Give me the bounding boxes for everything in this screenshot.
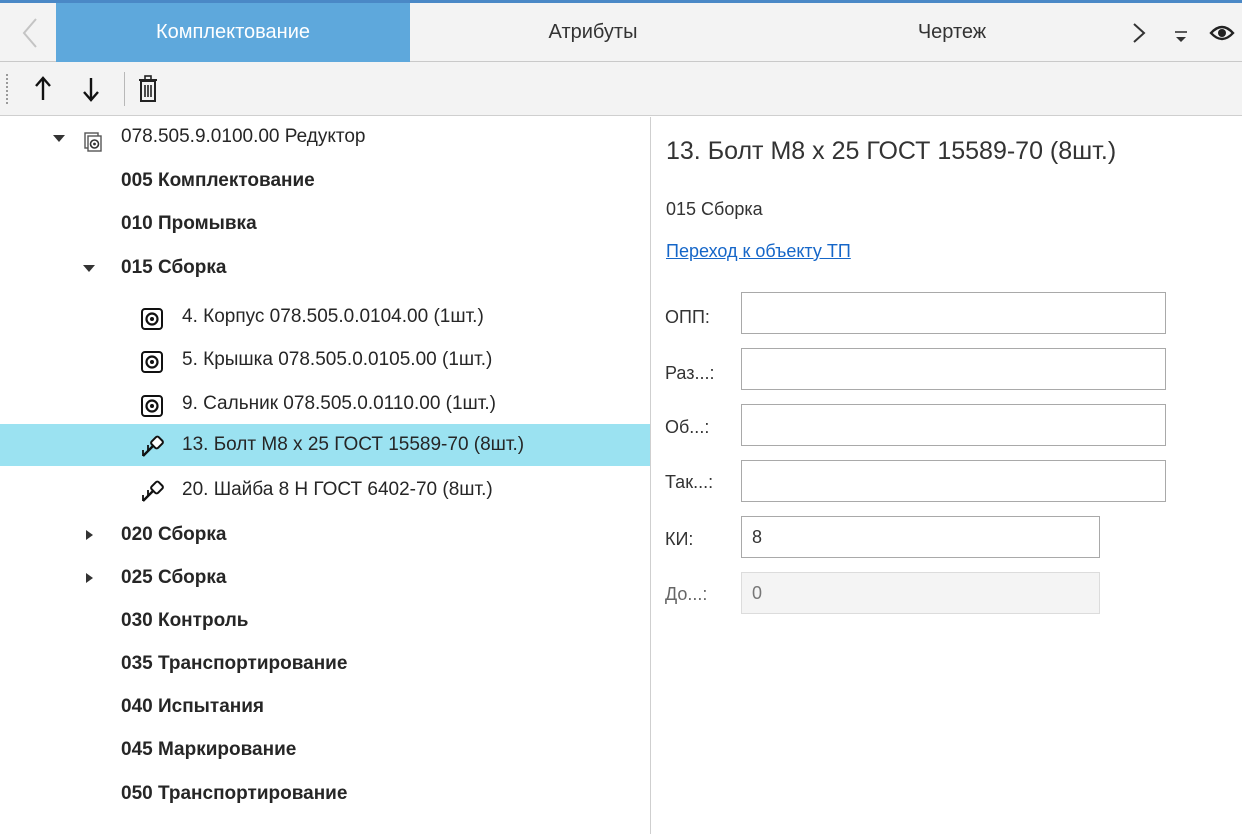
tree-item-label: 5. Крышка 078.505.0.0105.00 (1шт.): [182, 349, 493, 370]
field-label-raz: Раз...:: [665, 363, 715, 383]
arrow-up-icon: [35, 76, 51, 100]
opp-field[interactable]: [741, 292, 1166, 334]
tree-item-operation[interactable]: 035 Транспортирование: [0, 643, 650, 685]
tree-item-standard-part[interactable]: 20. Шайба 8 Н ГОСТ 6402-70 (8шт.): [0, 469, 650, 511]
eye-icon: [1209, 25, 1235, 40]
structure-tree: 078.505.9.0100.00 Редуктор 005 Комплекто…: [0, 117, 650, 834]
bolt-icon: [140, 478, 166, 502]
tree-item-label: 005 Комплектование: [121, 170, 315, 191]
do-field: 0: [741, 572, 1100, 614]
tree-item-operation[interactable]: 050 Транспортирование: [0, 773, 650, 815]
collapse-arrow-icon[interactable]: [50, 117, 68, 159]
part-icon: [140, 348, 166, 373]
tree-item-part[interactable]: 9. Сальник 078.505.0.0110.00 (1шт.): [0, 383, 650, 425]
tree-item-operation[interactable]: 040 Испытания: [0, 686, 650, 728]
tree-item-label: 050 Транспортирование: [121, 783, 348, 804]
expand-arrow-icon[interactable]: [80, 557, 98, 599]
field-label-ob: Об...:: [665, 417, 710, 437]
field-label-tak: Так...:: [665, 472, 714, 492]
bolt-icon: [140, 433, 166, 457]
part-icon: [140, 392, 166, 417]
field-label-do: До...:: [665, 584, 708, 604]
field-label-ki: КИ:: [665, 529, 694, 549]
tree-item-label: 040 Испытания: [121, 696, 265, 717]
chevron-left-icon: [22, 18, 37, 48]
tree-item-label: 078.505.9.0100.00 Редуктор: [121, 126, 366, 147]
tree-item-root[interactable]: 078.505.9.0100.00 Редуктор: [0, 117, 650, 159]
chevron-right-icon: [1133, 22, 1146, 43]
arrow-down-icon: [83, 78, 99, 102]
ob-field[interactable]: [741, 404, 1166, 446]
tree-item-label: 20. Шайба 8 Н ГОСТ 6402-70 (8шт.): [182, 479, 493, 500]
tab-komplektovanie[interactable]: Комплектование: [56, 3, 410, 62]
tree-item-label: 010 Промывка: [121, 213, 257, 234]
details-title: 13. Болт М8 х 25 ГОСТ 15589-70 (8шт.): [666, 137, 1117, 165]
delete-button[interactable]: [131, 70, 165, 108]
tree-item-label: 030 Контроль: [121, 610, 249, 631]
tree-item-operation[interactable]: 020 Сборка: [0, 514, 650, 556]
tree-item-label: 015 Сборка: [121, 257, 227, 278]
expand-arrow-icon[interactable]: [80, 514, 98, 556]
toolbar-grip[interactable]: [6, 74, 8, 104]
tree-item-label: 045 Маркирование: [121, 739, 297, 760]
tree-item-operation[interactable]: 045 Маркирование: [0, 729, 650, 771]
tabs-scroll-left-button[interactable]: [0, 3, 56, 62]
tree-item-label: 025 Сборка: [121, 567, 227, 588]
assembly-icon: [82, 127, 108, 152]
tree-item-operation[interactable]: 030 Контроль: [0, 600, 650, 642]
tree-item-label: 13. Болт М8 х 25 ГОСТ 15589-70 (8шт.): [182, 434, 525, 455]
tree-item-part[interactable]: 4. Корпус 078.505.0.0104.00 (1шт.): [0, 296, 650, 338]
tak-field[interactable]: [741, 460, 1166, 502]
tree-item-standard-part[interactable]: 13. Болт М8 х 25 ГОСТ 15589-70 (8шт.): [0, 424, 650, 466]
overflow-dropdown-icon: [1175, 30, 1187, 42]
toolbar: [0, 62, 1242, 116]
tree-item-operation[interactable]: 015 Сборка: [0, 247, 650, 289]
go-to-tp-object-link[interactable]: Переход к объекту ТП: [666, 241, 851, 262]
tree-item-label: 020 Сборка: [121, 524, 227, 545]
tree-item-operation[interactable]: 025 Сборка: [0, 557, 650, 599]
tree-item-label: 035 Транспортирование: [121, 653, 348, 674]
part-icon: [140, 305, 166, 330]
trash-icon: [139, 75, 157, 102]
toolbar-separator: [124, 72, 125, 106]
ki-field[interactable]: 8: [741, 516, 1100, 558]
move-down-button[interactable]: [74, 70, 108, 108]
tree-item-part[interactable]: 5. Крышка 078.505.0.0105.00 (1шт.): [0, 339, 650, 381]
tab-bar: Комплектование Атрибуты Чертеж: [0, 0, 1242, 62]
tab-atributy[interactable]: Атрибуты: [410, 3, 776, 62]
raz-field[interactable]: [741, 348, 1166, 390]
details-operation: 015 Сборка: [666, 199, 763, 219]
tree-item-label: 9. Сальник 078.505.0.0110.00 (1шт.): [182, 393, 497, 414]
details-panel: 13. Болт М8 х 25 ГОСТ 15589-70 (8шт.) 01…: [651, 117, 1242, 834]
tabs-scroll-right-button[interactable]: [1124, 3, 1154, 62]
collapse-arrow-icon[interactable]: [80, 247, 98, 289]
tree-item-operation[interactable]: 005 Комплектование: [0, 160, 650, 202]
tab-chertezh[interactable]: Чертеж: [776, 3, 1128, 62]
move-up-button[interactable]: [26, 70, 60, 108]
tree-item-operation[interactable]: 010 Промывка: [0, 203, 650, 245]
field-label-opp: ОПП:: [665, 307, 710, 327]
tabs-overflow-menu-button[interactable]: [1164, 3, 1198, 62]
tree-item-label: 4. Корпус 078.505.0.0104.00 (1шт.): [182, 306, 484, 327]
visibility-button[interactable]: [1204, 3, 1240, 62]
